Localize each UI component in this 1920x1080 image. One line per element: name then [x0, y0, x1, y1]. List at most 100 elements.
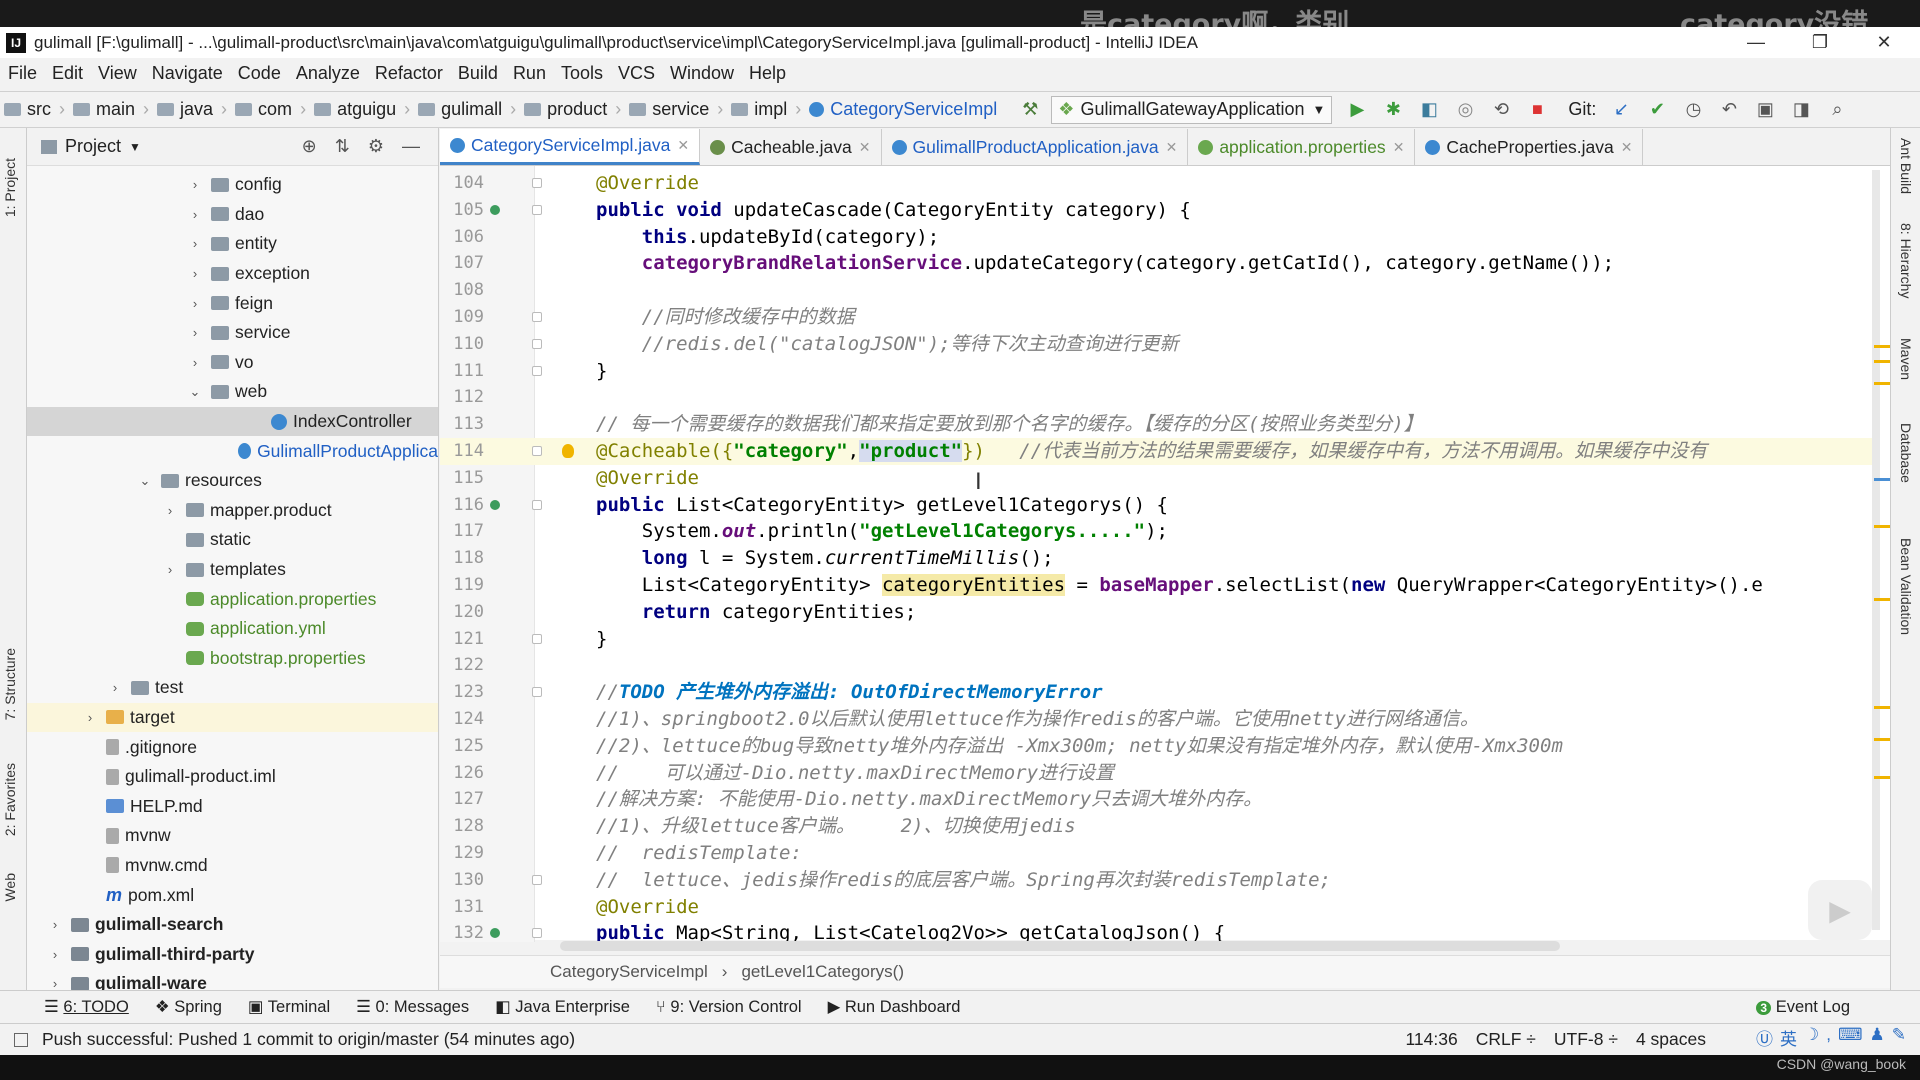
vcs-commit-icon[interactable]: ✔ [1646, 99, 1668, 121]
line-separator[interactable]: CRLF ÷ [1476, 1029, 1536, 1050]
collapse-all-icon[interactable]: ⇅ [335, 136, 350, 157]
ime-logo-icon[interactable]: Ⓤ [1756, 1025, 1773, 1050]
chevron-icon[interactable]: › [187, 266, 203, 281]
implements-marker-icon[interactable] [490, 499, 500, 510]
keyboard-icon[interactable]: ⌨ [1838, 1025, 1863, 1050]
event-log-button[interactable]: 3 Event Log [1756, 998, 1850, 1017]
coverage-icon[interactable]: ◧ [1418, 99, 1440, 121]
breadcrumb-class-item[interactable]: CategoryServiceImpl [550, 962, 708, 982]
right-tool-tab[interactable]: Ant Build [1898, 138, 1914, 194]
breadcrumb-class[interactable]: CategoryServiceImpl [809, 99, 997, 120]
code-line[interactable]: 105 public void updateCascade(CategoryEnt… [440, 197, 1880, 224]
history-icon[interactable]: ◷ [1682, 99, 1704, 121]
wrench-icon[interactable]: ✎ [1892, 1025, 1906, 1050]
tree-item[interactable]: application.yml [27, 614, 438, 644]
user-icon[interactable]: ♟ [1870, 1025, 1885, 1050]
error-stripe-marker[interactable] [1874, 525, 1890, 528]
project-structure-icon[interactable]: ▣ [1754, 99, 1776, 121]
menu-item-refactor[interactable]: Refactor [375, 63, 443, 84]
code-line[interactable]: 124 //1)、springboot2.0以后默认使用lettuce作为操作re… [440, 706, 1880, 733]
tree-item[interactable]: › exception [27, 259, 438, 289]
ime-language[interactable]: 英 [1780, 1025, 1797, 1050]
run-dashboard-tool-button[interactable]: ▶ Run Dashboard [828, 997, 961, 1017]
editor-tab[interactable]: Cacheable.java ✕ [700, 129, 882, 165]
left-tool-tab[interactable]: 1: Project [2, 158, 18, 217]
code-line[interactable]: 104 @Override [440, 170, 1880, 197]
spring-tool-button[interactable]: ❖ Spring [155, 997, 222, 1017]
locate-icon[interactable]: ⊕ [302, 136, 317, 157]
tree-item[interactable]: bootstrap.properties [27, 644, 438, 674]
editor-vertical-scrollbar[interactable] [1872, 170, 1880, 930]
fold-icon[interactable] [532, 445, 542, 456]
fold-icon[interactable] [532, 633, 542, 644]
todo-tool-button[interactable]: ☰ 6: TODO [44, 997, 129, 1017]
run-configuration-select[interactable]: ❖ GulimallGatewayApplication ▼ [1051, 95, 1333, 124]
code-line[interactable]: 126 // 可以通过-Dio.netty.maxDirectMemory进行设置 [440, 760, 1880, 787]
error-stripe-marker[interactable] [1874, 706, 1890, 709]
close-tab-icon[interactable]: ✕ [677, 137, 689, 154]
error-stripe-marker[interactable] [1874, 382, 1890, 385]
chevron-down-icon[interactable]: ▼ [129, 140, 141, 154]
code-line[interactable]: 114 @Cacheable({"category","product"}) //… [440, 437, 1880, 465]
chevron-icon[interactable]: ⌄ [187, 384, 203, 400]
chevron-icon[interactable]: › [82, 710, 98, 725]
chevron-icon[interactable]: › [187, 207, 203, 222]
reload-icon[interactable]: ⟲ [1490, 99, 1512, 121]
chevron-icon[interactable]: › [187, 296, 203, 311]
vcs-update-icon[interactable]: ↙ [1610, 99, 1632, 121]
moon-icon[interactable]: ☽ [1804, 1025, 1819, 1050]
fold-icon[interactable] [532, 365, 542, 376]
run-icon[interactable]: ▶ [1346, 99, 1368, 121]
left-tool-tab[interactable]: 2: Favorites [2, 763, 18, 836]
code-line[interactable]: 118 long l = System.currentTimeMillis(); [440, 545, 1880, 572]
status-message[interactable]: Push successful: Pushed 1 commit to orig… [42, 1029, 575, 1050]
error-stripe-marker[interactable] [1874, 738, 1890, 741]
fold-icon[interactable] [532, 178, 542, 188]
code-line[interactable]: 108 [440, 277, 1880, 304]
tree-item[interactable]: gulimall-product.iml [27, 762, 438, 792]
hide-icon[interactable]: — [402, 136, 420, 157]
stop-icon[interactable]: ■ [1526, 99, 1548, 121]
code-line[interactable]: 123 //TODO 产生堆外内存溢出: OutOfDirectMemoryErr… [440, 679, 1880, 706]
editor-tab[interactable]: application.properties ✕ [1188, 129, 1416, 165]
implements-marker-icon[interactable] [490, 928, 500, 939]
punctuation-icon[interactable]: , [1826, 1025, 1831, 1050]
tree-item[interactable]: mvnw [27, 821, 438, 851]
right-tool-tab[interactable]: Bean Validation [1898, 538, 1914, 635]
implements-marker-icon[interactable] [490, 204, 500, 215]
code-line[interactable]: 106 this.updateById(category); [440, 224, 1880, 251]
tree-item[interactable]: › gulimall-search [27, 910, 438, 940]
video-play-icon[interactable]: ▶ [1808, 880, 1872, 940]
fold-icon[interactable] [532, 928, 542, 939]
code-line[interactable]: 113 // 每一个需要缓存的数据我们都来指定要放到那个名字的缓存。【缓存的分区(… [440, 411, 1880, 438]
tree-item[interactable]: mvnw.cmd [27, 851, 438, 881]
left-tool-tab[interactable]: 7: Structure [2, 648, 18, 720]
error-stripe-marker[interactable] [1874, 478, 1890, 481]
code-line[interactable]: 109 //同时修改缓存中的数据 [440, 304, 1880, 331]
close-tab-icon[interactable]: ✕ [1621, 139, 1633, 156]
chevron-icon[interactable]: › [187, 236, 203, 251]
tree-item[interactable]: › dao [27, 200, 438, 230]
code-line[interactable]: 116 public List<CategoryEntity> getLevel1… [440, 492, 1880, 519]
chevron-icon[interactable]: › [47, 947, 63, 962]
error-stripe-marker[interactable] [1874, 776, 1890, 779]
menu-item-navigate[interactable]: Navigate [152, 63, 223, 84]
tree-item[interactable]: › templates [27, 555, 438, 585]
breadcrumb-item[interactable]: atguigu › [314, 99, 410, 120]
menu-item-edit[interactable]: Edit [52, 63, 83, 84]
breadcrumb-item[interactable]: gulimall › [418, 99, 516, 120]
terminal-tool-button[interactable]: ▣ Terminal [248, 997, 330, 1017]
intention-bulb-icon[interactable] [562, 443, 574, 458]
tree-item[interactable]: › test [27, 673, 438, 703]
indent-setting[interactable]: 4 spaces [1636, 1029, 1706, 1050]
caret-position[interactable]: 114:36 [1406, 1029, 1458, 1050]
menu-item-help[interactable]: Help [749, 63, 786, 84]
chevron-icon[interactable]: › [187, 177, 203, 192]
chevron-icon[interactable]: ⌄ [137, 473, 153, 489]
project-panel-title[interactable]: Project [65, 136, 121, 157]
error-stripe-marker[interactable] [1874, 345, 1890, 348]
chevron-icon[interactable]: › [187, 355, 203, 370]
code-line[interactable]: 111} [440, 358, 1880, 385]
menu-item-analyze[interactable]: Analyze [296, 63, 360, 84]
tree-item[interactable]: HELP.md [27, 791, 438, 821]
